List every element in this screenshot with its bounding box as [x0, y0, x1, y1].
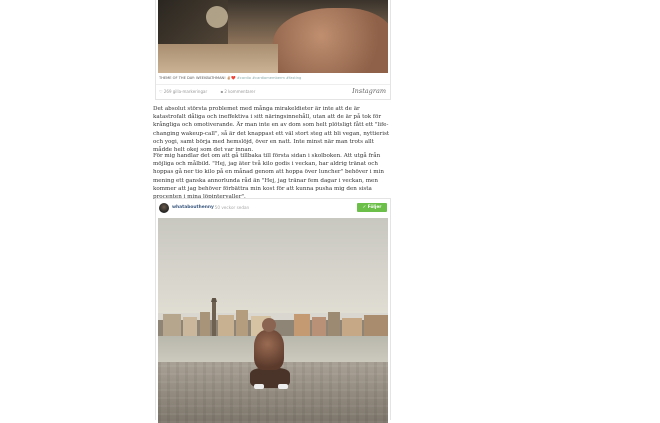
photo-person: [254, 384, 264, 389]
photo-detail: [158, 44, 278, 73]
post-timestamp: · 50 veckor sedan: [212, 205, 250, 210]
instagram-embed-1: THEME OF THE DAY: WEEKBATHMAN! ✌🏼❤️ #car…: [155, 0, 391, 100]
instagram-embed-2: whatabouthenny · 50 veckor sedan ✓ Följe…: [155, 198, 391, 423]
post-photo-1[interactable]: [158, 0, 388, 73]
avatar[interactable]: [159, 203, 169, 213]
post-caption: THEME OF THE DAY: WEEKBATHMAN! ✌🏼❤️ #car…: [159, 76, 301, 80]
username-link[interactable]: whatabouthenny: [172, 205, 214, 210]
instagram-logo[interactable]: Instagram: [352, 87, 386, 95]
photo-detail: [206, 6, 228, 28]
post-header: whatabouthenny · 50 veckor sedan ✓ Följe…: [156, 199, 390, 217]
follow-button[interactable]: ✓ Följer: [357, 203, 387, 212]
caption-text: THEME OF THE DAY: WEEKBATHMAN! ✌🏼❤️: [159, 76, 236, 80]
photo-person: [278, 384, 288, 389]
post-stats: ♡ 269 gilla-markeringar ▪ 2 kommentarer: [159, 89, 267, 94]
article-paragraph-1: Det absolut största problemet med många …: [153, 106, 390, 154]
likes-count[interactable]: ♡ 269 gilla-markeringar: [159, 89, 213, 94]
photo-person: [254, 330, 284, 370]
photo-detail: [273, 8, 388, 73]
post-photo-2[interactable]: [158, 218, 388, 423]
comments-count[interactable]: ▪ 2 kommentarer: [220, 89, 261, 94]
photo-person: [262, 318, 276, 332]
divider: [156, 84, 390, 85]
caption-hashtags[interactable]: #cardio #cardiomemberm #fasting: [237, 76, 301, 80]
article-paragraph-2: För mig handlar det om att gå tillbaka t…: [153, 153, 384, 200]
